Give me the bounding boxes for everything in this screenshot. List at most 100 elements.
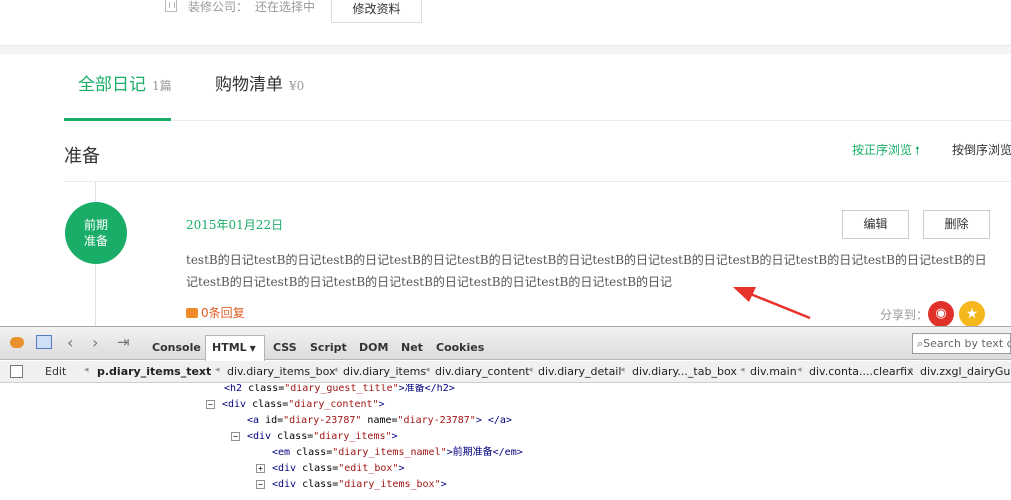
chevron-down-icon: ▼ [249,344,256,353]
company-label: 装修公司： [188,0,249,14]
tree-node-diary-items[interactable]: <div class="diary_items"> [247,429,398,445]
collapse-toggle-icon[interactable]: − [206,400,215,409]
crumb-separator: ◂ [215,365,220,375]
title-divider [64,181,1011,182]
diary-main: 全部日记 1篇 购物清单 ¥0 准备 按正序浏览 🠕 按倒序浏览 前期 准备 2015… [0,54,1011,327]
crumb-separator: ◂ [528,365,533,375]
crumb-diary-items-box[interactable]: div.diary_items_box [227,365,335,378]
crumb-separator: ◂ [425,365,430,375]
edit-entry-button[interactable]: 编辑 [842,210,909,239]
crumb-tab-box[interactable]: div.diary..._tab_box [632,365,737,378]
stage-badge-line1: 前期 [83,218,108,232]
edit-mode-icon[interactable] [10,365,23,378]
tab-cookies[interactable]: Cookies [436,341,484,354]
tree-node-em[interactable]: <em class="diary_items_namel">前期准备</em> [272,445,523,461]
building-icon [165,0,177,12]
tab-html[interactable]: HTML ▼ [212,341,256,354]
crumb-diary-items[interactable]: div.diary_items [343,365,426,378]
command-line-icon[interactable]: ⇥ [117,333,130,351]
tree-tag: <h2 [224,384,249,394]
tree-node-diary-content[interactable]: <div class="diary_content"> [222,397,385,413]
crumb-separator: ◂ [797,365,802,375]
stage-badge-line2: 准备 [83,234,108,248]
expand-toggle-icon[interactable]: + [256,464,265,473]
breadcrumb: Edit ◂ p.diary_items_text ◂ div.diary_it… [0,361,1011,383]
tree-attr: class= [296,447,333,458]
tab-css[interactable]: CSS [273,341,297,354]
firebug-panel: ‹ › ⇥ Console HTML ▼ CSS Script DOM Net C… [0,326,1011,500]
tab-net[interactable]: Net [401,341,423,354]
tree-value: "diary_guest_title" [284,384,399,394]
tree-tag: <div [247,431,278,442]
tree-attr: class= [277,431,314,442]
inspect-element-icon[interactable] [36,335,52,349]
tab-console[interactable]: Console [152,341,201,354]
tree-value: "diary-23787" [397,415,476,426]
crumb-zxgl-dairy-guest[interactable]: div.zxgl_dairyGuest [920,365,1011,378]
tab-all-diaries[interactable]: 全部日记 1篇 [78,74,172,97]
edit-profile-button[interactable]: 修改资料 [331,0,422,23]
tree-node-h2[interactable]: <h2 class="diary_guest_title">准备</h2> [224,384,455,397]
tabs-divider [64,120,1011,121]
tree-tag: <em [272,447,297,458]
forward-arrow-icon[interactable]: › [92,333,98,352]
edit-button[interactable]: Edit [45,365,66,378]
tree-value: "diary_items" [313,431,392,442]
search-placeholder: Search by text c [923,337,1011,350]
tree-node-anchor[interactable]: <a id="diary-23787" name="diary-23787"> … [247,413,512,429]
tab-dom[interactable]: DOM [359,341,388,354]
entry-date: 2015年01月22日 [186,218,284,232]
tree-attr: name= [361,415,398,426]
tab-script[interactable]: Script [310,341,347,354]
crumb-container-clearfix[interactable]: div.conta....clearfix [809,365,914,378]
back-arrow-icon[interactable]: ‹ [67,333,73,352]
tab-shop-label: 购物清单 [215,75,283,95]
firebug-search-input[interactable]: ⌕Search by text c [912,333,1011,354]
tree-tag-close: > [398,463,405,474]
tree-tag-close: >准备</h2> [398,384,455,394]
comments-link[interactable]: 0条回复 [186,304,245,321]
company-value: 还在选择中 [255,0,316,14]
crumb-separator: ◂ [333,365,338,375]
tree-value: "diary_items_namel" [332,447,447,458]
tree-tag-close: > </a> [475,415,512,426]
share-label: 分享到： [880,308,929,322]
tab-shopping-list[interactable]: 购物清单 ¥0 [215,74,304,97]
tree-tag-close: >前期准备</em> [446,447,523,458]
tab-html-label: HTML [212,341,247,354]
firebug-icon[interactable] [10,337,24,348]
tree-tag-close: > [391,431,398,442]
tree-value: "diary-23787" [283,415,362,426]
crumb-p-diary-items-text[interactable]: p.diary_items_text [97,365,211,378]
arrow-up-icon: 🠕 [915,144,920,157]
weibo-share-icon[interactable]: ◉ [928,301,954,327]
tree-attr: class= [252,399,289,410]
tree-tag: <div [272,463,303,474]
crumb-separator: ◂ [620,365,625,375]
comments-count: 0条回复 [201,306,245,320]
diary-section-title: 准备 [64,146,100,167]
tree-attr: id= [265,415,284,426]
tree-tag: <div [222,399,253,410]
tree-node-diary-items-box[interactable]: <div class="diary_items_box"> [272,477,447,493]
collapse-toggle-icon[interactable]: − [256,480,265,489]
qzone-share-icon[interactable]: ★ [959,301,985,327]
tree-tag: <a [247,415,266,426]
entry-text: testB的日记testB的日记testB的日记testB的日记testB的日记… [186,253,987,289]
crumb-separator: ◂ [908,365,913,375]
tree-tag-close: > [378,399,385,410]
sort-descending-link[interactable]: 按倒序浏览 [952,141,1011,158]
sort-ascending-link[interactable]: 按正序浏览 🠕 [852,141,920,161]
tree-value: "diary_content" [288,399,379,410]
crumb-div-main[interactable]: div.main [750,365,797,378]
profile-header: 装修公司： 还在选择中 修改资料 [0,0,1011,46]
tree-value: "diary_items_box" [338,479,441,490]
tree-node-edit-box[interactable]: <div class="edit_box"> [272,461,404,477]
collapse-toggle-icon[interactable]: − [231,432,240,441]
tab-all-count: 1篇 [152,79,172,93]
crumb-diary-content[interactable]: div.diary_content [435,365,530,378]
tab-all-label: 全部日记 [78,75,146,95]
crumb-diary-detail[interactable]: div.diary_detail [538,365,621,378]
delete-entry-button[interactable]: 删除 [923,210,990,239]
tree-tag-close: > [440,479,447,490]
